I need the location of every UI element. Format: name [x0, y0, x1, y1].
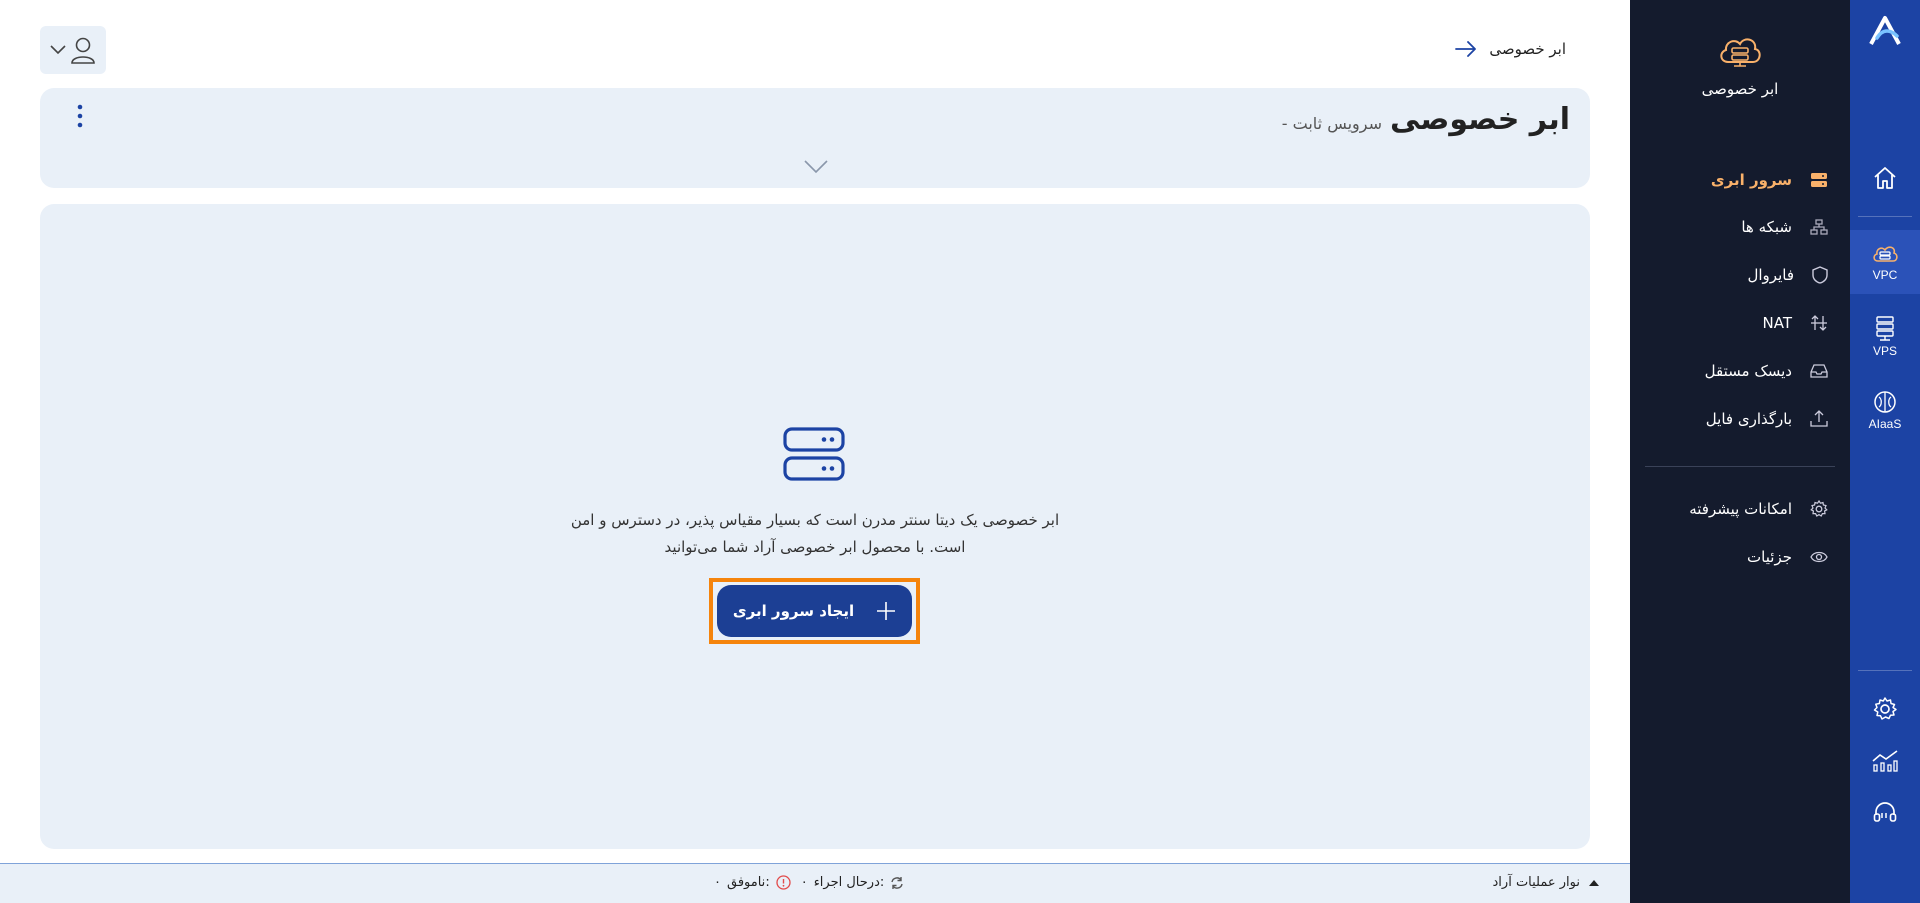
sidebar-item-standalone-disk[interactable]: دیسک مستقل — [1705, 358, 1828, 384]
expand-chevron-icon[interactable] — [804, 160, 828, 174]
sidebar-item-advanced-features[interactable]: امکانات پیشرفته — [1689, 496, 1828, 522]
rail-divider — [1858, 670, 1912, 671]
empty-state-line-1: ابر خصوصی یک دیتا سنتر مدرن است که بسیار… — [570, 511, 1060, 529]
plus-icon — [877, 602, 896, 620]
sidebar-item-label: بارگذاری فایل — [1705, 410, 1792, 428]
vpc-cloud-icon — [1873, 245, 1898, 262]
operations-bar-label: نوار عملیات آراد — [1492, 875, 1580, 890]
shield-icon — [1812, 266, 1828, 284]
running-status: درحال اجراء: ۰ — [801, 875, 905, 890]
failed-label: ناموفق: — [726, 875, 770, 890]
rail-vpc-button[interactable]: VPC — [1850, 230, 1920, 294]
rail-divider — [1858, 216, 1912, 217]
vps-server-icon — [1876, 315, 1894, 341]
page-title-group: ابر خصوصی - سرویس ثابت — [1282, 102, 1570, 137]
aiaas-brain-icon — [1874, 390, 1896, 413]
analytics-chart-icon — [1872, 750, 1898, 772]
sidebar-item-label: دیسک مستقل — [1704, 362, 1792, 380]
empty-state-card: ابر خصوصی یک دیتا سنتر مدرن است که بسیار… — [40, 204, 1590, 849]
server-stack-icon — [783, 427, 845, 481]
chevron-down-icon — [50, 45, 66, 55]
sidebar-item-details[interactable]: جزئیات — [1747, 544, 1828, 570]
sidebar-item-networks[interactable]: شبکه ها — [1741, 214, 1828, 240]
kebab-menu-icon[interactable] — [76, 104, 84, 128]
rail-vpc-label: VPC — [1872, 267, 1898, 282]
empty-state-description: ابر خصوصی یک دیتا سنتر مدرن است که بسیار… — [560, 507, 1070, 561]
rail-support-button[interactable] — [1850, 796, 1920, 830]
sidebar-divider — [1645, 466, 1835, 467]
rail-vps-label: VPS — [1872, 343, 1897, 358]
rail-aiaas-label: AIaaS — [1868, 416, 1902, 431]
home-icon — [1874, 167, 1896, 189]
sidebar-item-label: فایروال — [1747, 266, 1794, 284]
inbox-disk-icon — [1810, 364, 1828, 378]
app-rail: VPC VPS AIaaS — [1850, 0, 1920, 903]
page-subtitle: - سرویس ثابت — [1281, 114, 1382, 133]
gear-icon — [1810, 500, 1828, 517]
back-link-label: ابر خصوصی — [1489, 40, 1566, 58]
sidebar-item-nat[interactable]: NAT — [1763, 310, 1828, 336]
create-cloud-server-label: ایجاد سرور ابری — [732, 602, 855, 620]
operations-status: درحال اجراء: ۰ ناموفق: ۰ — [714, 875, 904, 890]
page-title: ابر خصوصی — [1390, 102, 1570, 137]
failed-status: ناموفق: ۰ — [714, 875, 791, 890]
service-header-card: ابر خصوصی - سرویس ثابت — [40, 88, 1590, 188]
eye-icon — [1810, 551, 1828, 563]
alert-circle-icon — [776, 875, 791, 890]
sidebar-item-cloud-server[interactable]: سرور ابری — [1711, 167, 1828, 193]
rail-home-button[interactable] — [1850, 158, 1920, 198]
service-brand-title: ابر خصوصی — [1701, 80, 1779, 98]
sidebar-item-label: شبکه ها — [1741, 218, 1792, 236]
running-label: درحال اجراء: — [813, 875, 885, 890]
sidebar-item-label: سرور ابری — [1710, 171, 1792, 189]
user-icon — [71, 37, 95, 64]
sidebar-item-label: NAT — [1762, 314, 1792, 332]
service-brand: ابر خصوصی — [1630, 32, 1850, 98]
rail-aiaas-button[interactable]: AIaaS — [1850, 380, 1920, 440]
empty-state-line-2: است. با محصول ابر خصوصی آراد شما می‌توان… — [664, 538, 966, 556]
create-cloud-server-button[interactable]: ایجاد سرور ابری — [717, 585, 912, 637]
rail-settings-button[interactable] — [1850, 692, 1920, 726]
service-sidebar: ابر خصوصی سرور ابری شبکه ها فایروال NAT … — [1630, 0, 1850, 903]
settings-gear-icon — [1873, 697, 1897, 720]
upload-icon — [1810, 410, 1828, 427]
rail-analytics-button[interactable] — [1850, 744, 1920, 778]
sidebar-item-file-upload[interactable]: بارگذاری فایل — [1706, 406, 1828, 432]
server-icon — [1811, 173, 1827, 187]
network-icon — [1810, 219, 1828, 235]
back-link[interactable]: ابر خصوصی — [1455, 40, 1566, 58]
operations-bar-toggle[interactable]: نوار عملیات آراد — [1493, 875, 1600, 890]
failed-count: ۰ — [714, 875, 721, 890]
arrows-swap-icon — [1811, 315, 1827, 331]
cloud-server-icon — [1720, 38, 1761, 67]
sidebar-item-firewall[interactable]: فایروال — [1747, 262, 1828, 288]
sidebar-item-label: جزئیات — [1747, 548, 1792, 566]
arad-logo-icon[interactable] — [1867, 14, 1903, 48]
arrow-right-icon — [1455, 41, 1477, 57]
main-content: ابر خصوصی ابر خصوصی - سرویس ثابت ابر خصو… — [0, 0, 1630, 903]
support-headset-icon — [1873, 802, 1897, 822]
rail-vps-button[interactable]: VPS — [1850, 306, 1920, 366]
caret-up-icon — [1589, 879, 1599, 886]
operations-bar: نوار عملیات آراد درحال اجراء: ۰ ناموفق: … — [0, 863, 1630, 903]
running-count: ۰ — [800, 875, 808, 890]
user-menu-button[interactable] — [40, 26, 106, 74]
sidebar-item-label: امکانات پیشرفته — [1689, 500, 1792, 518]
refresh-icon — [891, 876, 903, 889]
